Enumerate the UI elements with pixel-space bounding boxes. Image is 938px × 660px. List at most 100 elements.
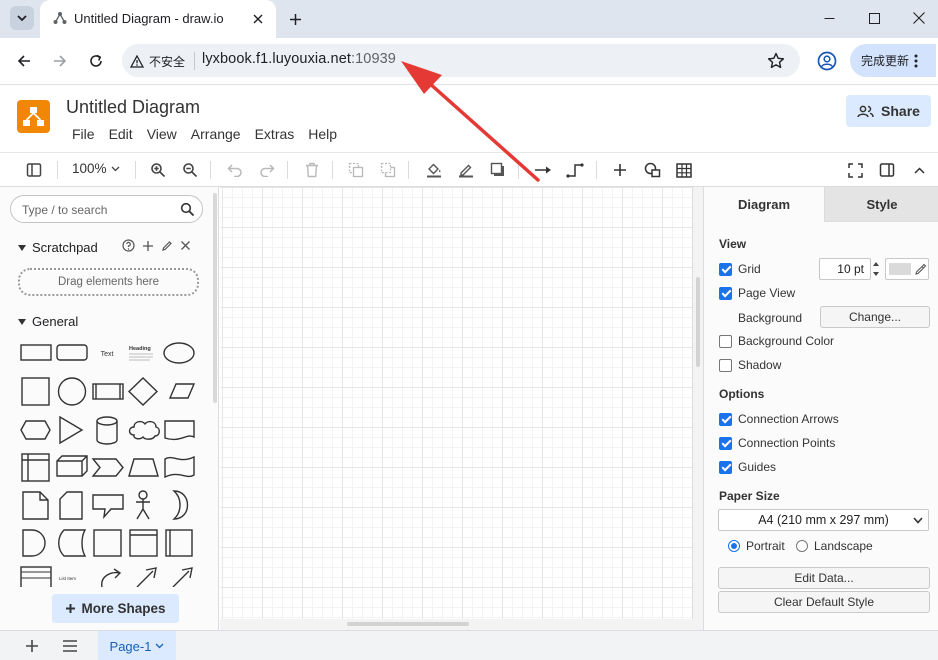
shape-container[interactable]	[93, 529, 122, 557]
shape-delay[interactable]	[22, 529, 46, 557]
shape-diamond[interactable]	[127, 377, 159, 406]
diagram-canvas[interactable]	[220, 187, 703, 630]
new-tab-button[interactable]	[284, 8, 306, 30]
shape-swimlane[interactable]	[129, 529, 158, 557]
shape-process[interactable]	[92, 383, 124, 400]
shape-tape[interactable]	[164, 455, 195, 479]
reload-button[interactable]	[83, 48, 109, 74]
menu-arrange[interactable]: Arrange	[191, 126, 241, 142]
back-button[interactable]	[11, 48, 37, 74]
page-view-checkbox[interactable]	[719, 286, 732, 300]
insert-table-button[interactable]	[674, 160, 694, 180]
to-back-button[interactable]	[378, 160, 398, 180]
maximize-window-button[interactable]	[851, 0, 897, 36]
collapse-toolbar-button[interactable]	[909, 160, 929, 180]
shape-list[interactable]	[20, 566, 52, 587]
redo-button[interactable]	[257, 160, 277, 180]
connection-style-button[interactable]	[533, 160, 553, 180]
landscape-option[interactable]: Landscape	[796, 539, 873, 553]
minimize-window-button[interactable]	[806, 0, 852, 36]
zoom-dropdown[interactable]: 100%	[72, 161, 120, 176]
shape-data-storage[interactable]	[58, 529, 87, 557]
shape-search-input[interactable]: Type / to search	[10, 195, 203, 223]
general-header[interactable]: General	[18, 314, 78, 329]
shape-text[interactable]: Text	[101, 351, 114, 358]
background-color-option[interactable]: Background Color	[719, 334, 834, 348]
shape-actor[interactable]	[136, 490, 150, 520]
pencil-icon[interactable]	[161, 240, 173, 252]
shape-callout[interactable]	[92, 494, 124, 520]
zoom-out-button[interactable]	[180, 160, 200, 180]
connection-points-option[interactable]: Connection Points	[719, 436, 835, 450]
shape-arrow[interactable]	[136, 567, 157, 587]
scratchpad-header[interactable]: Scratchpad	[18, 240, 98, 255]
menu-file[interactable]: File	[72, 126, 95, 142]
shape-textbox[interactable]: Heading	[129, 346, 153, 361]
tab-search-button[interactable]	[10, 6, 34, 30]
shape-step[interactable]	[91, 458, 124, 477]
shape-rectangle[interactable]	[20, 344, 52, 361]
insert-button[interactable]	[610, 160, 630, 180]
shape-bidirectional-arrow[interactable]	[172, 567, 193, 587]
document-title[interactable]: Untitled Diagram	[66, 97, 200, 118]
grid-checkbox[interactable]	[719, 262, 732, 276]
bookmark-star-icon[interactable]	[766, 51, 786, 71]
connection-arrows-checkbox[interactable]	[719, 412, 732, 426]
shape-or[interactable]	[172, 490, 189, 520]
undo-button[interactable]	[225, 160, 245, 180]
address-bar[interactable]: 不安全 lyxbook.f1.luyouxia.net:10939	[122, 44, 800, 77]
share-button[interactable]: Share	[846, 95, 931, 127]
grid-option[interactable]: Grid	[719, 262, 761, 276]
guides-option[interactable]: Guides	[719, 460, 776, 474]
shape-hexagon[interactable]	[20, 420, 51, 440]
menu-view[interactable]: View	[147, 126, 177, 142]
security-indicator[interactable]: 不安全	[130, 51, 185, 71]
menu-extras[interactable]: Extras	[255, 126, 295, 142]
shape-parallelogram[interactable]	[168, 383, 196, 399]
shape-triangle[interactable]	[59, 415, 84, 445]
portrait-option[interactable]: Portrait	[728, 539, 785, 553]
shape-note[interactable]	[22, 491, 49, 520]
shape-card[interactable]	[59, 491, 83, 520]
line-color-button[interactable]	[456, 160, 476, 180]
shape-cloud[interactable]	[128, 420, 160, 440]
shadow-button[interactable]	[488, 160, 508, 180]
shape-cube[interactable]	[56, 455, 88, 477]
tab-style[interactable]: Style	[824, 187, 938, 222]
toggle-sidebar-button[interactable]	[24, 160, 44, 180]
shadow-checkbox[interactable]	[719, 358, 732, 372]
to-front-button[interactable]	[346, 160, 366, 180]
search-icon[interactable]	[180, 202, 195, 217]
zoom-in-button[interactable]	[148, 160, 168, 180]
shape-circle[interactable]	[57, 377, 87, 406]
help-icon[interactable]	[122, 239, 135, 252]
forward-button[interactable]	[47, 48, 73, 74]
shape-ellipse[interactable]	[163, 342, 195, 364]
shape-list-item[interactable]: List Item	[59, 576, 76, 581]
grid-color-picker[interactable]	[885, 258, 929, 280]
shape-curved-arrow[interactable]	[101, 568, 122, 587]
menu-help[interactable]: Help	[308, 126, 337, 142]
shadow-option[interactable]: Shadow	[719, 358, 781, 372]
shape-square[interactable]	[21, 377, 50, 406]
landscape-radio[interactable]	[796, 540, 808, 552]
toggle-format-panel-button[interactable]	[877, 160, 897, 180]
shape-rounded-rectangle[interactable]	[56, 344, 88, 361]
canvas-vertical-scrollbar[interactable]	[696, 277, 700, 367]
profile-icon[interactable]	[816, 50, 838, 72]
plus-icon[interactable]	[142, 240, 154, 252]
diagram-page[interactable]	[220, 187, 693, 619]
tab-close-button[interactable]	[248, 9, 268, 29]
edit-data-button[interactable]: Edit Data...	[718, 567, 930, 589]
connection-points-checkbox[interactable]	[719, 436, 732, 450]
delete-button[interactable]	[302, 160, 322, 180]
paper-size-select[interactable]: A4 (210 mm x 297 mm)	[718, 509, 929, 531]
scratchpad-dropzone[interactable]: Drag elements here	[18, 268, 199, 296]
fullscreen-button[interactable]	[845, 160, 865, 180]
connection-arrows-option[interactable]: Connection Arrows	[719, 412, 839, 426]
pages-menu-icon[interactable]	[62, 639, 78, 653]
canvas-horizontal-scrollbar[interactable]	[347, 622, 469, 626]
guides-checkbox[interactable]	[719, 460, 732, 474]
shape-document[interactable]	[164, 420, 195, 441]
insert-shape-button[interactable]	[642, 160, 662, 180]
